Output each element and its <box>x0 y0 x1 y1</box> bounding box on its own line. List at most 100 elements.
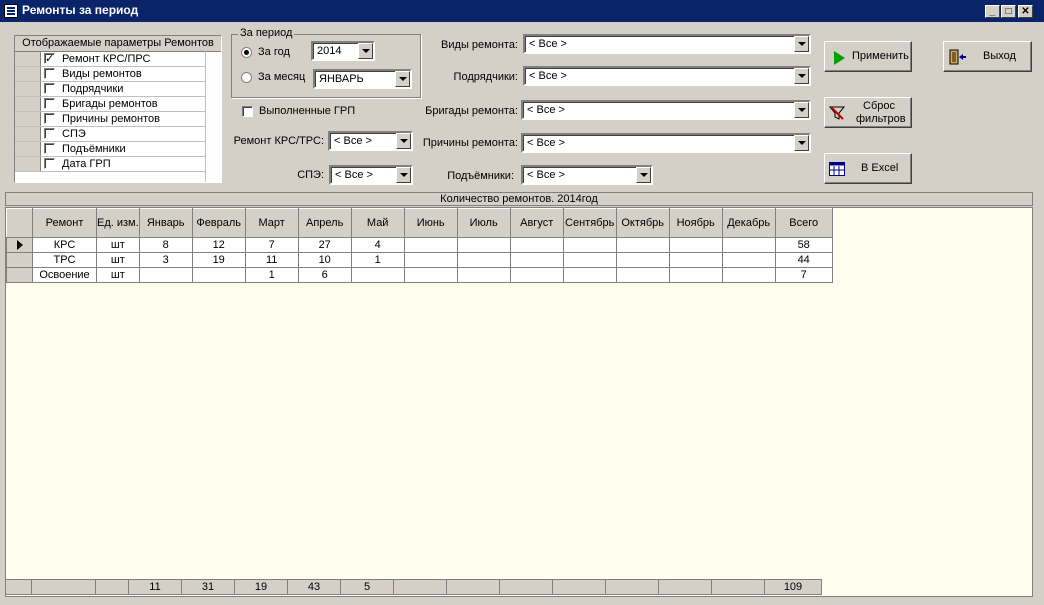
table-cell[interactable] <box>509 237 564 253</box>
table-cell[interactable] <box>191 267 246 283</box>
column-header[interactable]: Сентябрь <box>562 208 617 238</box>
table-cell[interactable]: КРС <box>32 237 97 253</box>
param-row[interactable]: Виды ремонтов <box>15 67 205 82</box>
grp-checkbox[interactable] <box>242 106 253 117</box>
table-cell[interactable]: 1 <box>244 267 299 283</box>
column-header[interactable]: Июнь <box>403 208 458 238</box>
table-cell[interactable] <box>350 267 405 283</box>
minimize-button[interactable]: _ <box>985 5 1000 18</box>
table-cell[interactable] <box>668 237 723 253</box>
table-cell[interactable] <box>615 237 670 253</box>
column-header[interactable]: Июль <box>456 208 511 238</box>
table-cell[interactable] <box>456 237 511 253</box>
column-header[interactable]: Август <box>509 208 564 238</box>
table-cell[interactable] <box>562 252 617 268</box>
column-header[interactable]: Апрель <box>297 208 352 238</box>
column-header[interactable]: Февраль <box>191 208 246 238</box>
table-cell[interactable]: 58 <box>774 237 833 253</box>
lifts-filter-select[interactable]: < Все > <box>521 165 653 185</box>
chevron-down-icon[interactable] <box>794 135 809 151</box>
table-cell[interactable]: 7 <box>244 237 299 253</box>
table-row[interactable]: Освоение шт 1 6 7 <box>6 267 833 283</box>
table-cell[interactable] <box>721 252 776 268</box>
table-cell[interactable] <box>615 267 670 283</box>
param-checkbox[interactable] <box>44 143 55 154</box>
table-cell[interactable]: шт <box>96 267 140 283</box>
types-filter-select[interactable]: < Все > <box>523 34 811 54</box>
table-cell[interactable]: шт <box>96 252 140 268</box>
table-cell[interactable]: 4 <box>350 237 405 253</box>
exit-button[interactable]: Выход <box>943 41 1032 72</box>
chevron-down-icon[interactable] <box>794 36 809 52</box>
table-cell[interactable]: 1 <box>350 252 405 268</box>
param-row[interactable]: Дата ГРП <box>15 157 205 172</box>
param-row[interactable]: СПЭ <box>15 127 205 142</box>
chevron-down-icon[interactable] <box>358 43 373 59</box>
contractors-filter-select[interactable]: < Все > <box>523 66 811 86</box>
param-checkbox[interactable] <box>44 158 55 169</box>
brigades-filter-select[interactable]: < Все > <box>521 100 811 120</box>
param-checkbox[interactable] <box>44 128 55 139</box>
table-cell[interactable]: 8 <box>138 237 193 253</box>
table-row[interactable]: КРС шт 8 12 7 27 4 58 <box>6 237 833 253</box>
column-header[interactable]: Декабрь <box>721 208 776 238</box>
table-cell[interactable] <box>456 252 511 268</box>
table-cell[interactable] <box>138 267 193 283</box>
table-row[interactable]: ТРС шт 3 19 11 10 1 44 <box>6 252 833 268</box>
table-cell[interactable]: ТРС <box>32 252 97 268</box>
table-cell[interactable]: 12 <box>191 237 246 253</box>
month-select[interactable]: ЯНВАРЬ <box>313 69 412 89</box>
table-cell[interactable]: 6 <box>297 267 352 283</box>
param-checkbox[interactable] <box>44 68 55 79</box>
table-cell[interactable]: 3 <box>138 252 193 268</box>
param-checkbox[interactable] <box>44 83 55 94</box>
table-cell[interactable] <box>615 252 670 268</box>
table-cell[interactable] <box>721 267 776 283</box>
column-header[interactable]: Январь <box>138 208 193 238</box>
table-cell[interactable] <box>456 267 511 283</box>
param-row[interactable]: ✓ Ремонт КРС/ПРС <box>15 52 205 67</box>
table-cell[interactable] <box>403 237 458 253</box>
column-header[interactable]: Октябрь <box>615 208 670 238</box>
excel-button[interactable]: В Excel <box>824 153 912 184</box>
table-cell[interactable]: шт <box>96 237 140 253</box>
column-header[interactable]: Ремонт <box>32 208 97 238</box>
year-select[interactable]: 2014 <box>311 41 375 61</box>
table-cell[interactable]: 11 <box>244 252 299 268</box>
column-header[interactable]: Ед. изм. <box>96 208 140 238</box>
param-row[interactable]: Причины ремонтов <box>15 112 205 127</box>
month-radio[interactable] <box>241 72 252 83</box>
table-cell[interactable] <box>562 237 617 253</box>
table-cell[interactable] <box>668 267 723 283</box>
year-radio[interactable] <box>241 47 252 58</box>
table-cell[interactable]: 7 <box>774 267 833 283</box>
table-cell[interactable] <box>403 252 458 268</box>
table-cell[interactable]: 44 <box>774 252 833 268</box>
maximize-button[interactable]: □ <box>1001 5 1016 18</box>
column-header[interactable]: Март <box>244 208 299 238</box>
table-cell[interactable] <box>721 237 776 253</box>
reasons-filter-select[interactable]: < Все > <box>521 133 811 153</box>
table-cell[interactable]: Освоение <box>32 267 97 283</box>
column-header[interactable]: Ноябрь <box>668 208 723 238</box>
table-cell[interactable] <box>668 252 723 268</box>
column-header[interactable]: Всего <box>774 208 833 238</box>
table-cell[interactable] <box>562 267 617 283</box>
column-header[interactable]: Май <box>350 208 405 238</box>
table-cell[interactable]: 27 <box>297 237 352 253</box>
spe-filter-select[interactable]: < Все > <box>329 165 413 185</box>
table-cell[interactable]: 10 <box>297 252 352 268</box>
chevron-down-icon[interactable] <box>636 167 651 183</box>
param-checkbox[interactable] <box>44 113 55 124</box>
close-button[interactable]: ✕ <box>1018 5 1033 18</box>
param-row[interactable]: Подъёмники <box>15 142 205 157</box>
table-cell[interactable] <box>509 252 564 268</box>
param-row[interactable]: Подрядчики <box>15 82 205 97</box>
chevron-down-icon[interactable] <box>395 71 410 87</box>
table-cell[interactable]: 19 <box>191 252 246 268</box>
chevron-down-icon[interactable] <box>794 102 809 118</box>
param-row[interactable]: Бригады ремонтов <box>15 97 205 112</box>
param-checkbox[interactable]: ✓ <box>44 53 55 65</box>
param-checkbox[interactable] <box>44 98 55 109</box>
chevron-down-icon[interactable] <box>396 167 411 183</box>
